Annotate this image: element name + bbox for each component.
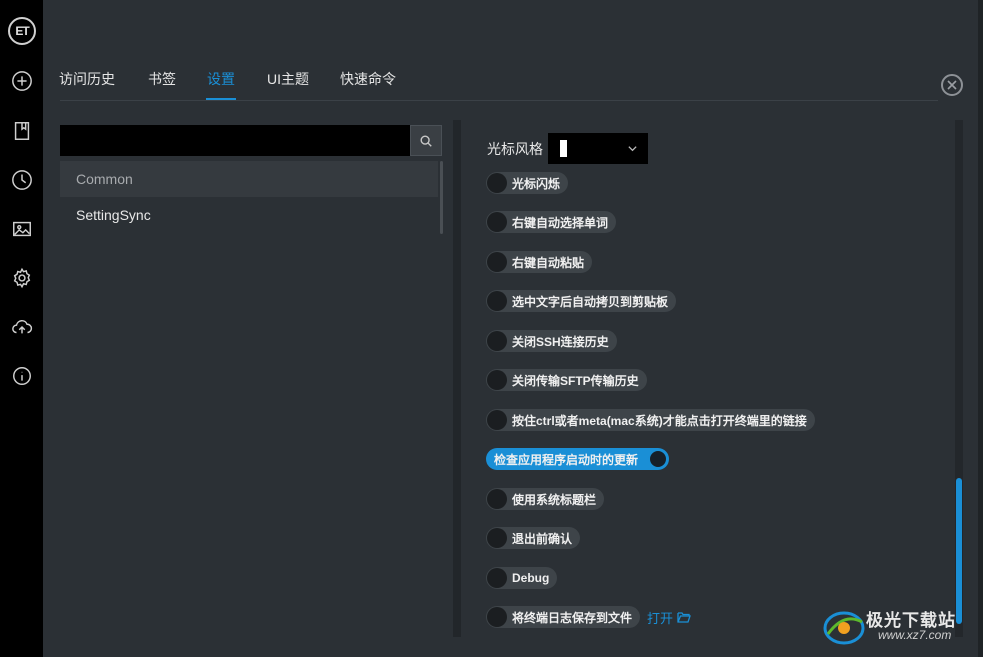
info-icon[interactable] [10,364,34,388]
toggle-right-click-select-word[interactable]: 右键自动选择单词 [486,211,617,233]
toggle-knob [487,331,507,351]
toggle-knob [487,607,507,627]
toggle-knob [487,528,507,548]
tab-settings[interactable]: 设置 [207,69,235,89]
toggle-knob [487,568,507,588]
option-row: 将终端日志保存到文件 打开 [486,606,691,628]
toggle-knob [487,370,507,390]
bookmark-icon[interactable] [10,119,34,143]
cursor-style-label: 光标风格 [487,140,543,157]
chevron-down-icon [628,146,637,152]
tab-bar: 访问历史 书签 设置 UI主题 快速命令 [43,60,983,101]
option-row: 选中文字后自动拷贝到剪贴板 [486,290,677,312]
search-input[interactable] [60,125,410,156]
cloud-sync-icon[interactable] [10,315,34,339]
toggle-save-terminal-log[interactable]: 将终端日志保存到文件 [486,606,641,628]
toggle-right-click-paste[interactable]: 右键自动粘贴 [486,251,593,273]
panel-splitter[interactable] [453,120,461,637]
settings-category-list: Common SettingSync [60,161,438,233]
tab-divider [60,100,938,101]
search-button[interactable] [410,125,442,156]
option-row: Debug [486,567,558,589]
tab-ui-theme[interactable]: UI主题 [267,69,309,89]
gear-icon[interactable] [10,266,34,290]
folder-open-icon [677,612,691,623]
toggle-knob [487,489,507,509]
option-row: 按住ctrl或者meta(mac系统)才能点击打开终端里的链接 [486,409,815,431]
clock-icon[interactable] [10,168,34,192]
toggle-knob [648,449,669,469]
toggle-ctrl-click-links[interactable]: 按住ctrl或者meta(mac系统)才能点击打开终端里的链接 [486,409,815,431]
image-icon[interactable] [10,217,34,241]
option-row: 右键自动选择单词 [486,211,617,233]
tab-quick-commands[interactable]: 快速命令 [340,69,396,89]
option-row: 关闭SSH连接历史 [486,330,617,352]
left-rail: ET [0,0,43,657]
option-row: 右键自动粘贴 [486,251,593,273]
cursor-style-row: 光标风格 [487,133,648,164]
option-row: 光标闪烁 [486,172,569,194]
list-item-common[interactable]: Common [60,161,438,197]
list-scrollbar[interactable] [440,161,443,234]
toggle-disable-sftp-history[interactable]: 关闭传输SFTP传输历史 [486,369,647,391]
block-cursor-icon [560,140,567,157]
toggle-knob [487,252,507,272]
toggle-check-updates[interactable]: 检查应用程序启动时的更新 [486,448,670,470]
active-tab-indicator [206,98,236,100]
option-row: 检查应用程序启动时的更新 [486,448,670,470]
toggle-copy-on-select[interactable]: 选中文字后自动拷贝到剪贴板 [486,290,677,312]
search-icon [420,134,432,147]
toggle-knob [487,291,507,311]
toggle-knob [487,410,507,430]
plus-circle-icon[interactable] [10,69,34,93]
option-row: 使用系统标题栏 [486,488,605,510]
open-log-folder-link[interactable]: 打开 [647,608,691,627]
list-item-setting-sync[interactable]: SettingSync [60,197,438,233]
toggle-disable-ssh-history[interactable]: 关闭SSH连接历史 [486,330,617,352]
toggle-knob [487,173,507,193]
toggle-cursor-blink[interactable]: 光标闪烁 [486,172,569,194]
tab-bookmarks[interactable]: 书签 [148,69,176,89]
watermark-url: www.xz7.com [878,628,952,642]
cursor-style-select[interactable] [548,133,648,164]
app-logo[interactable]: ET [8,17,36,45]
option-row: 退出前确认 [486,527,581,549]
toggle-system-titlebar[interactable]: 使用系统标题栏 [486,488,605,510]
tab-history[interactable]: 访问历史 [59,69,115,89]
option-row: 关闭传输SFTP传输历史 [486,369,647,391]
toggle-debug[interactable]: Debug [486,567,558,589]
close-icon[interactable] [941,74,963,96]
settings-scrollbar-thumb[interactable] [956,478,962,624]
toggle-knob [487,212,507,232]
toggle-confirm-before-exit[interactable]: 退出前确认 [486,527,581,549]
